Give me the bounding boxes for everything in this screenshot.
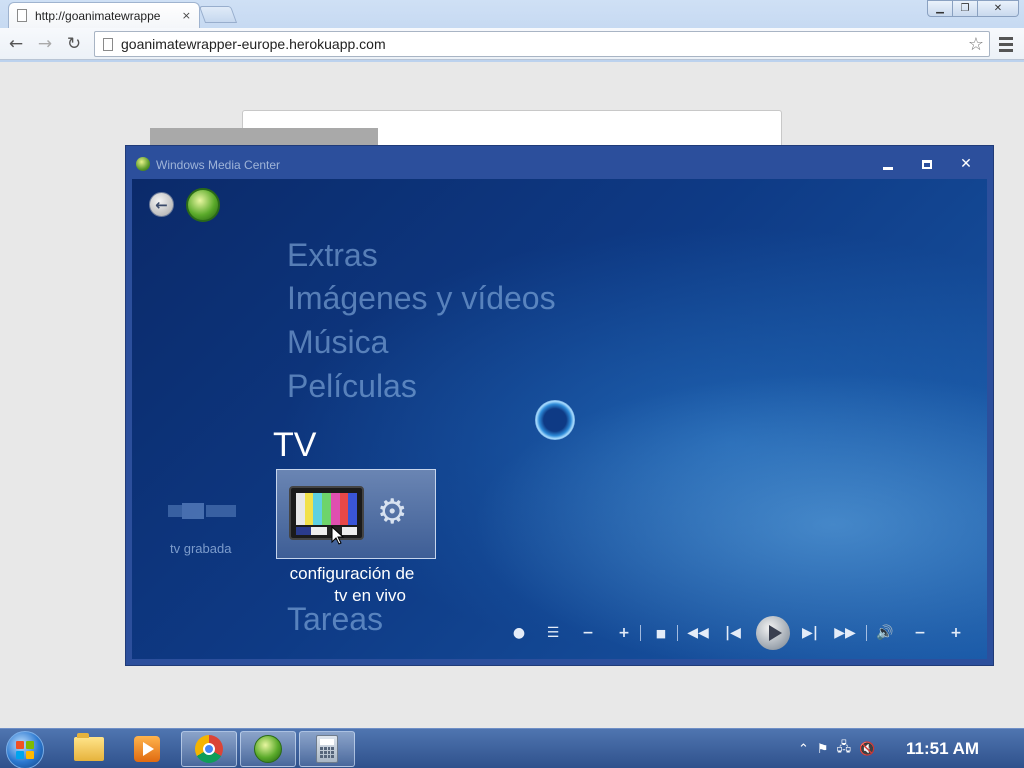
media-player-icon[interactable] <box>119 731 175 767</box>
system-tray: ⌃ ⚑ 🖧 🔇 <box>798 729 875 768</box>
maximize-icon[interactable] <box>917 156 937 172</box>
action-center-flag-icon[interactable]: ⚑ <box>817 742 829 757</box>
tile-bar <box>168 505 182 517</box>
reload-icon[interactable]: ↻ <box>62 32 86 56</box>
taskbar: ⌃ ⚑ 🖧 🔇 11:51 AM <box>0 728 1024 768</box>
tile-recorded-tv[interactable] <box>168 499 240 523</box>
minimize-icon[interactable] <box>878 156 898 172</box>
address-bar[interactable]: goanimatewrapper-europe.herokuapp.com ☆ <box>94 31 990 57</box>
close-button[interactable]: ✕ <box>977 0 1019 17</box>
tile-label-line2: tv en vivo <box>334 586 406 605</box>
media-center-icon[interactable] <box>240 731 296 767</box>
tv-icon <box>289 486 364 540</box>
tile-bar <box>206 505 236 517</box>
volume-up-icon[interactable]: + <box>947 616 965 650</box>
rewind-icon[interactable]: ◀◀ <box>685 616 711 650</box>
menu-tv[interactable]: TV <box>273 426 316 465</box>
page-icon <box>103 37 113 51</box>
close-icon[interactable]: ✕ <box>956 156 976 172</box>
browser-tab[interactable]: http://goanimatewrappe × <box>8 2 200 28</box>
tile-recorded-tv-label: tv grabada <box>170 541 232 556</box>
chrome-icon[interactable] <box>181 731 237 767</box>
restore-button[interactable]: ❐ <box>952 0 978 17</box>
guide-icon[interactable]: ☰ <box>542 616 564 650</box>
window-title: Windows Media Center <box>156 158 281 172</box>
next-icon[interactable]: ▶| <box>799 616 821 650</box>
separator <box>640 625 641 641</box>
arrow-right-icon[interactable]: → <box>33 32 57 56</box>
url-text[interactable]: goanimatewrapper-europe.herokuapp.com <box>121 36 968 52</box>
start-orb-icon[interactable] <box>186 188 220 222</box>
media-center-titlebar[interactable]: Windows Media Center ✕ <box>126 146 993 180</box>
minimize-button[interactable]: ▁ <box>927 0 953 17</box>
volume-muted-icon[interactable]: 🔇 <box>859 742 875 757</box>
record-icon[interactable]: ● <box>509 616 529 650</box>
channel-up-icon[interactable]: + <box>615 616 633 650</box>
menu-peliculas[interactable]: Películas <box>287 368 417 405</box>
menu-imagenes[interactable]: Imágenes y vídeos <box>287 280 556 317</box>
show-hidden-icon[interactable]: ⌃ <box>798 742 809 757</box>
volume-icon[interactable]: 🔊 <box>874 616 896 650</box>
calculator-icon[interactable] <box>299 731 355 767</box>
media-center-window: Windows Media Center ✕ ← Extras Imágenes… <box>125 145 994 666</box>
media-center-logo-icon <box>136 157 150 171</box>
network-icon[interactable]: 🖧 <box>837 738 852 760</box>
fast-forward-icon[interactable]: ▶▶ <box>832 616 858 650</box>
stop-icon[interactable]: ■ <box>652 616 670 650</box>
explorer-icon[interactable] <box>61 731 117 767</box>
tile-live-tv-setup-label: configuración de tv en vivo <box>276 563 428 607</box>
transport-controls: ● ☰ − + ■ ◀◀ |◀ ▶| ▶▶ 🔊 − + <box>509 616 979 650</box>
channel-down-icon[interactable]: − <box>579 616 597 650</box>
volume-down-icon[interactable]: − <box>911 616 929 650</box>
separator <box>866 625 867 641</box>
media-center-screen: ← Extras Imágenes y vídeos Música Pelícu… <box>132 179 987 659</box>
play-icon[interactable] <box>756 616 790 650</box>
new-tab-button[interactable] <box>198 6 238 23</box>
busy-spinner-icon <box>535 400 575 440</box>
tab-close-icon[interactable]: × <box>182 9 191 22</box>
menu-musica[interactable]: Música <box>287 324 388 361</box>
tile-label-line1: configuración de <box>289 564 415 583</box>
browser-toolbar: ← → ↻ goanimatewrapper-europe.herokuapp.… <box>0 28 1024 60</box>
clock[interactable]: 11:51 AM <box>906 739 979 759</box>
previous-icon[interactable]: |◀ <box>722 616 744 650</box>
start-orb[interactable] <box>6 731 44 768</box>
star-icon[interactable]: ☆ <box>968 34 984 55</box>
back-arrow-icon[interactable]: ← <box>149 192 174 217</box>
separator <box>677 625 678 641</box>
page-icon <box>17 9 27 22</box>
arrow-left-icon[interactable]: ← <box>4 32 28 56</box>
tab-title: http://goanimatewrappe <box>35 8 161 23</box>
tile-bar <box>182 503 204 519</box>
tile-live-tv-setup[interactable]: ⚙ <box>276 469 436 559</box>
hamburger-icon[interactable] <box>996 34 1016 54</box>
gear-icon: ⚙ <box>377 492 408 532</box>
menu-extras[interactable]: Extras <box>287 237 378 274</box>
